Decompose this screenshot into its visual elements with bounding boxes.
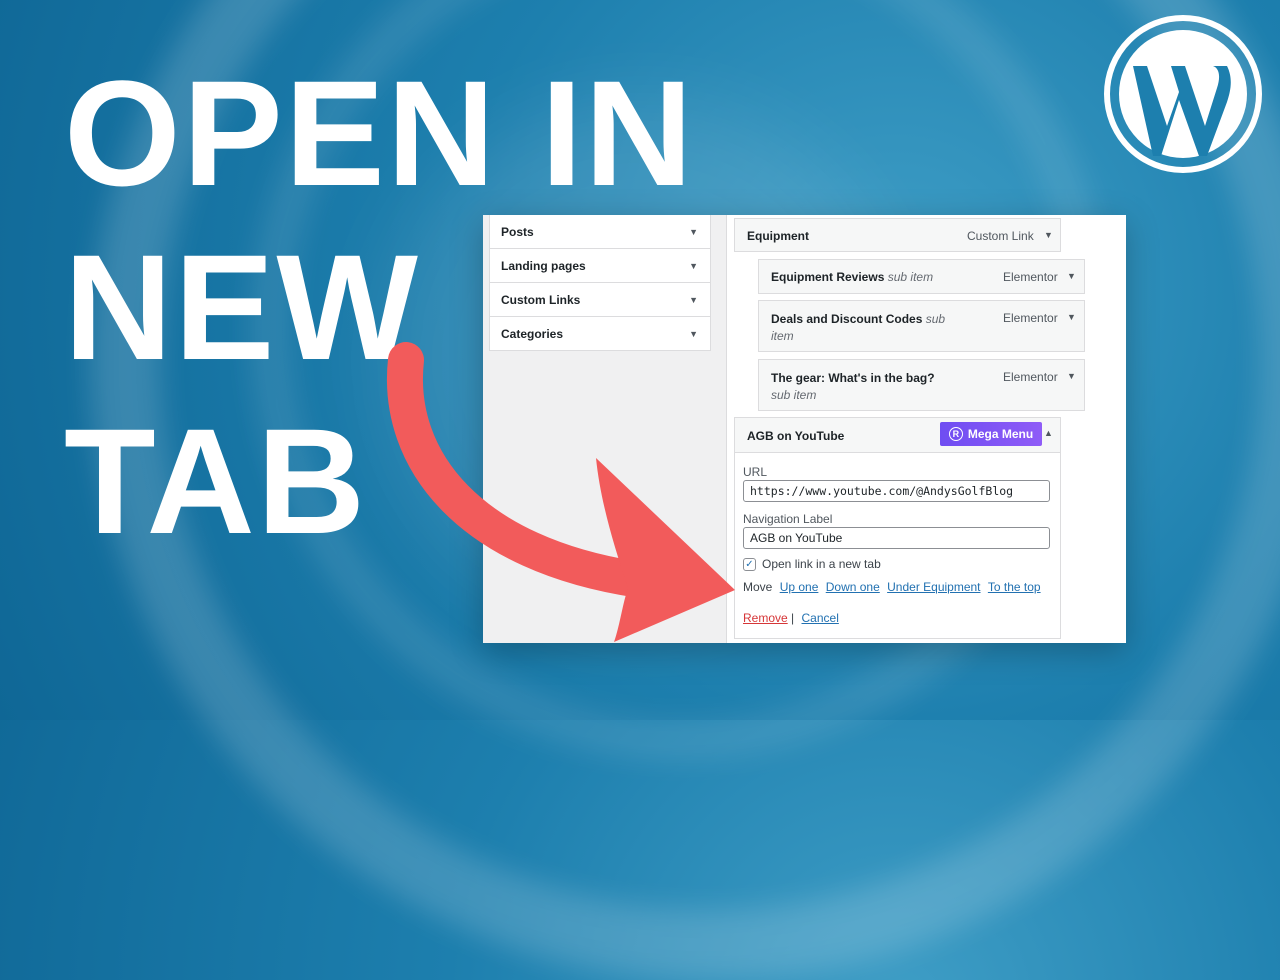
headline-line-1: OPEN IN (64, 49, 695, 217)
navigation-label-input[interactable]: AGB on YouTube (743, 527, 1050, 549)
mega-menu-logo-icon: R (948, 427, 963, 441)
accordion-label: Custom Links (501, 292, 581, 307)
menu-item-type: Elementor (1003, 270, 1058, 284)
headline-line-3: TAB (64, 397, 368, 565)
cancel-link[interactable]: Cancel (802, 611, 839, 625)
menu-item-type: Custom Link (967, 229, 1034, 243)
menu-item-title: Equipment Reviews sub item (771, 270, 934, 284)
menu-item-title: The gear: What's in the bag? sub item (771, 371, 935, 402)
menu-item-header[interactable]: AGB on YouTube R Mega Menu ▲ (735, 418, 1060, 453)
menu-item-equipment-reviews[interactable]: Equipment Reviews sub item Elementor ▼ (758, 259, 1085, 294)
open-new-tab-checkbox[interactable]: ✓ (743, 557, 756, 571)
open-new-tab-label[interactable]: Open link in a new tab (762, 557, 881, 571)
caret-down-icon: ▼ (689, 226, 698, 237)
action-separator: | (791, 611, 795, 625)
url-label: URL (743, 465, 768, 479)
sub-item-label: sub item (887, 270, 934, 284)
caret-down-icon: ▼ (689, 294, 698, 305)
menu-item-title: AGB on YouTube (747, 429, 845, 443)
menu-editor-screenshot: Posts ▼ Landing pages ▼ Custom Links ▼ C… (483, 215, 1126, 643)
mega-menu-label: Mega Menu (967, 427, 1034, 441)
remove-link[interactable]: Remove (743, 611, 788, 625)
move-under-equipment-link[interactable]: Under Equipment (887, 580, 980, 594)
item-actions: Remove | Cancel (743, 611, 839, 625)
navigation-label-label: Navigation Label (743, 512, 833, 526)
menu-item-the-gear[interactable]: The gear: What's in the bag? sub item Ele… (758, 359, 1085, 411)
accordion-landing-pages[interactable]: Landing pages ▼ (490, 249, 710, 283)
accordion-label: Landing pages (501, 258, 586, 273)
accordion-posts[interactable]: Posts ▼ (490, 215, 710, 249)
accordion-label: Categories (501, 326, 564, 341)
accordion-label: Posts (501, 224, 534, 239)
caret-down-icon[interactable]: ▼ (1067, 271, 1076, 281)
accordion-custom-links[interactable]: Custom Links ▼ (490, 283, 710, 317)
open-new-tab-row: ✓ Open link in a new tab (743, 557, 881, 571)
wordpress-logo-icon (1104, 15, 1262, 173)
menu-item-title: Deals and Discount Codes sub item (771, 312, 946, 343)
url-input[interactable]: https://www.youtube.com/@AndysGolfBlog (743, 480, 1050, 502)
caret-down-icon: ▼ (689, 328, 698, 339)
move-row: Move Up one Down one Under Equipment To … (743, 580, 1041, 594)
add-menu-items-column: Posts ▼ Landing pages ▼ Custom Links ▼ C… (483, 215, 727, 643)
mega-menu-button[interactable]: R Mega Menu (940, 422, 1042, 446)
menu-item-title: Equipment (747, 229, 809, 243)
move-to-top-link[interactable]: To the top (988, 580, 1041, 594)
move-label: Move (743, 580, 773, 594)
caret-up-icon[interactable]: ▲ (1044, 428, 1053, 438)
move-up-one-link[interactable]: Up one (780, 580, 819, 594)
caret-down-icon[interactable]: ▼ (1044, 230, 1053, 240)
menu-source-accordion: Posts ▼ Landing pages ▼ Custom Links ▼ C… (489, 215, 711, 351)
menu-item-type: Elementor (1003, 370, 1058, 384)
caret-down-icon: ▼ (689, 260, 698, 271)
move-down-one-link[interactable]: Down one (826, 580, 880, 594)
accordion-categories[interactable]: Categories ▼ (490, 317, 710, 350)
caret-down-icon[interactable]: ▼ (1067, 371, 1076, 381)
caret-down-icon[interactable]: ▼ (1067, 312, 1076, 322)
menu-item-deals[interactable]: Deals and Discount Codes sub item Elemen… (758, 300, 1085, 352)
menu-item-agb-on-youtube: AGB on YouTube R Mega Menu ▲ URL https:/… (734, 417, 1061, 639)
sub-item-label: sub item (771, 388, 817, 402)
menu-item-type: Elementor (1003, 311, 1058, 325)
menu-item-equipment[interactable]: Equipment Custom Link ▼ (734, 218, 1061, 252)
headline-line-2: NEW (64, 223, 420, 391)
